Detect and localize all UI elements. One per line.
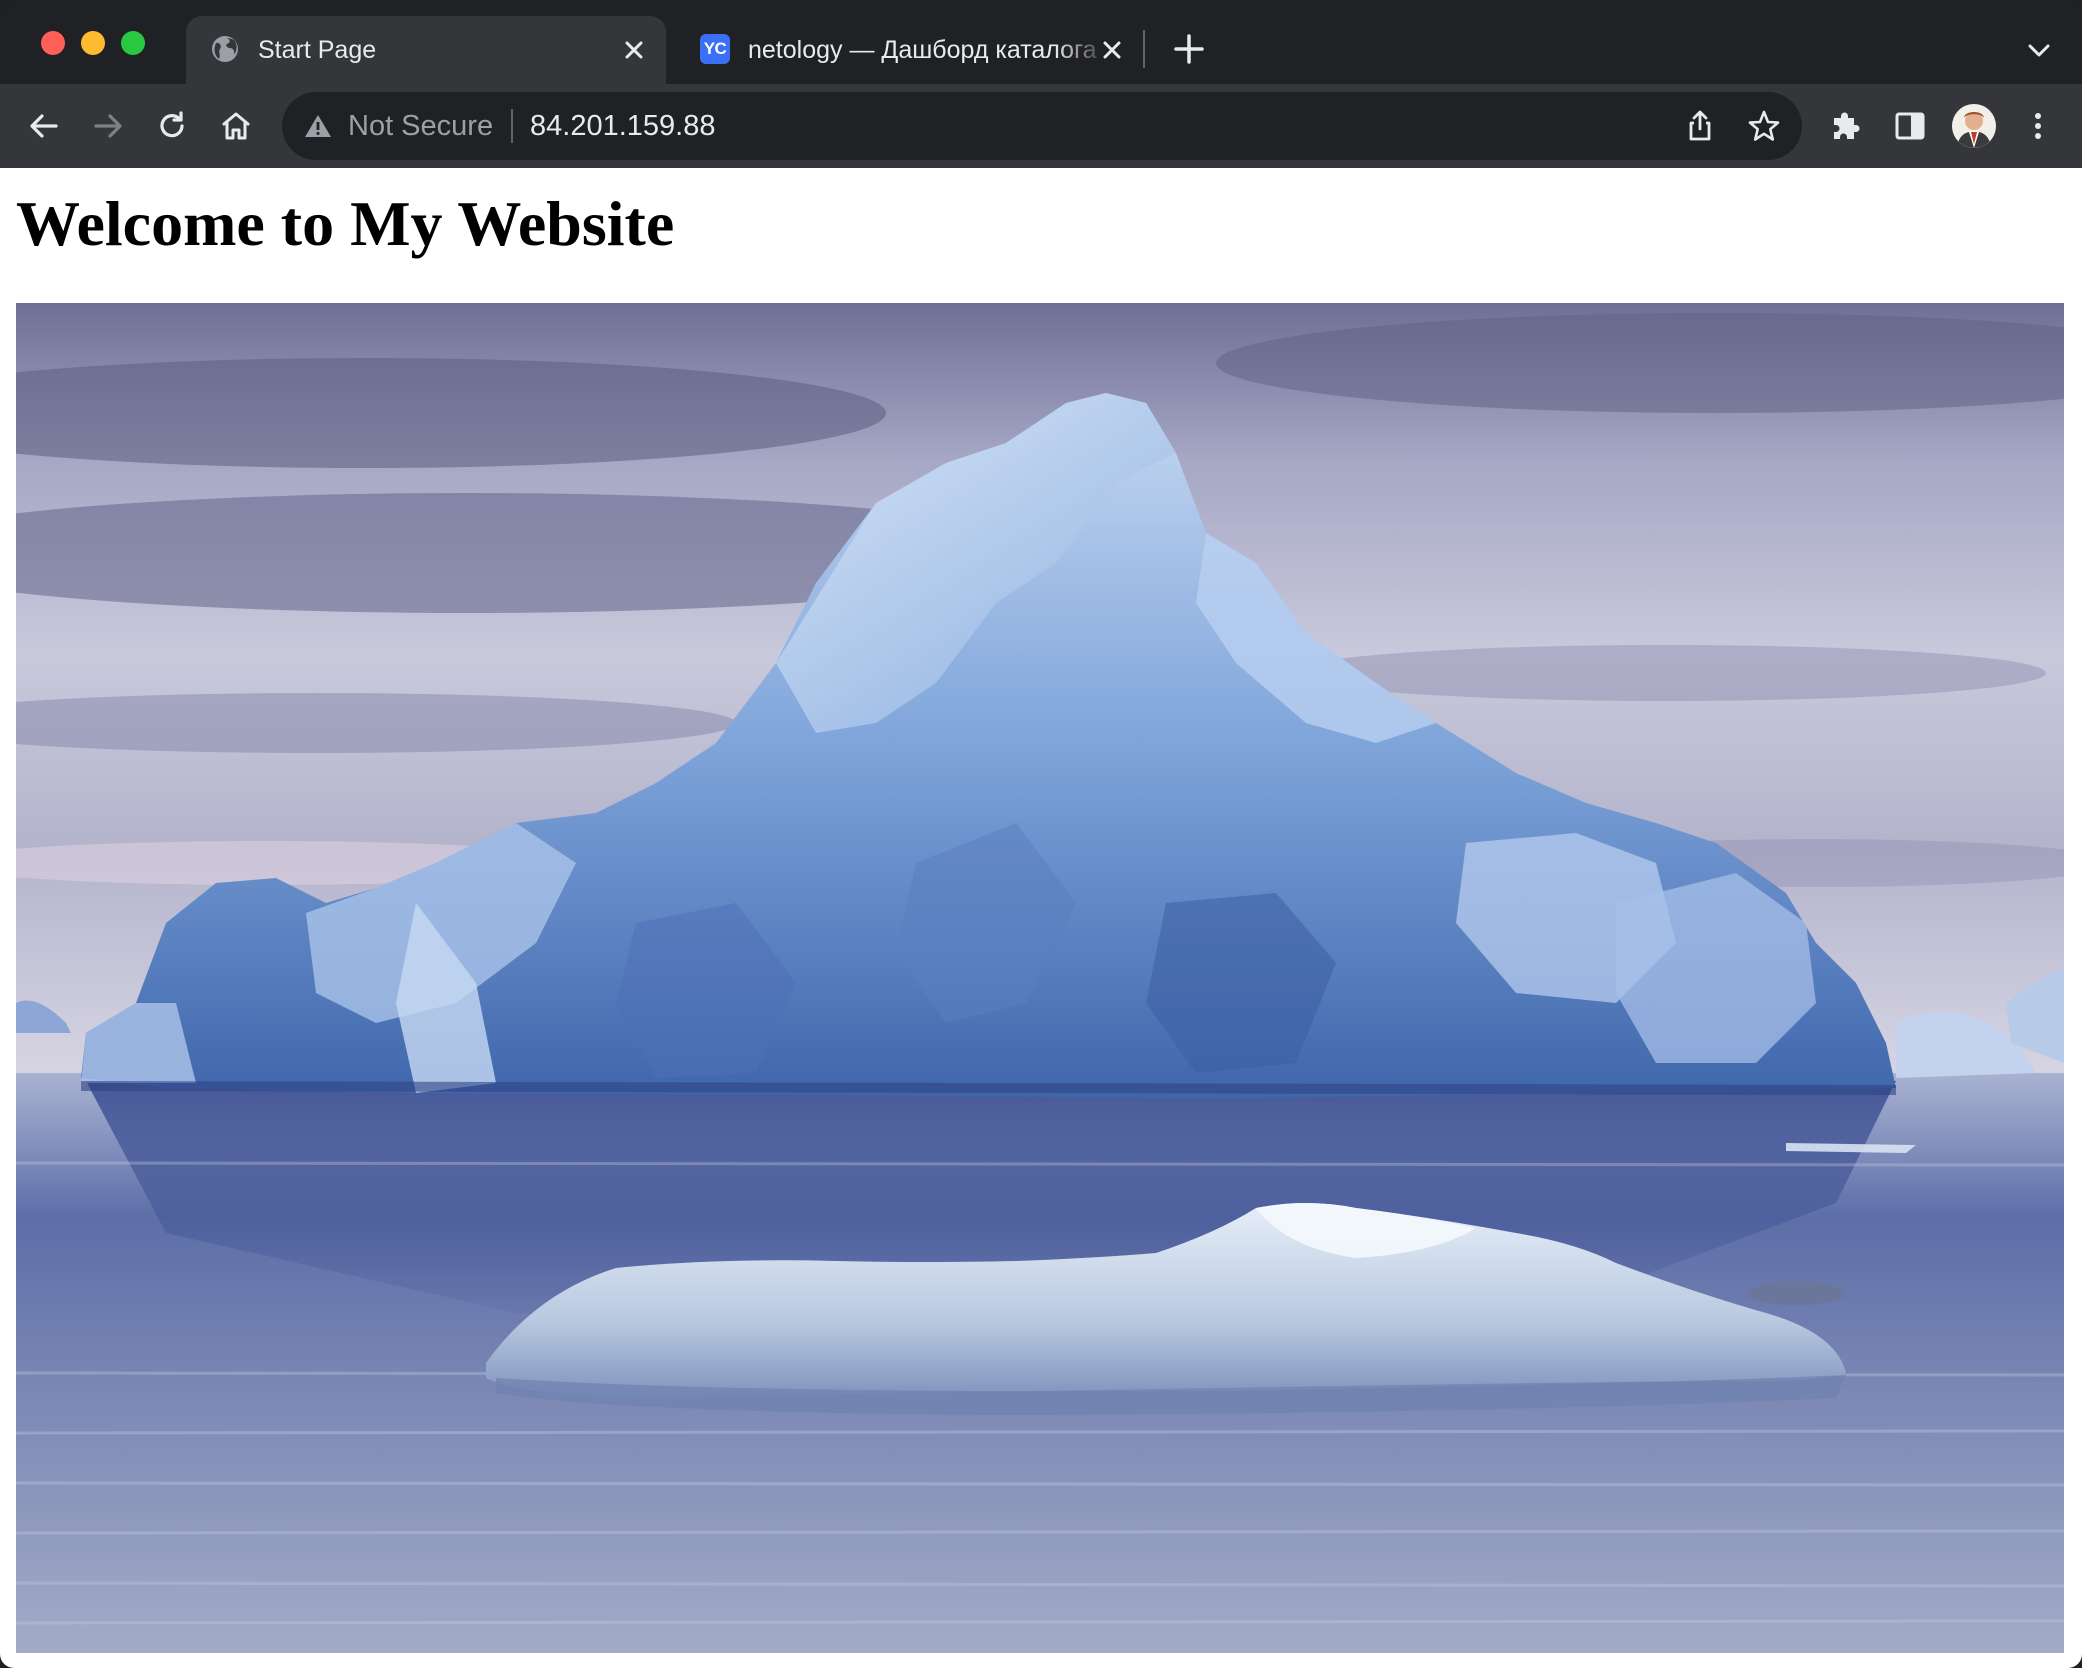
home-button[interactable] (212, 102, 260, 150)
iceberg-photo (16, 303, 2064, 1653)
close-tab-icon[interactable] (618, 34, 650, 66)
new-tab-plus-icon[interactable] (1170, 30, 1208, 68)
extensions-button[interactable] (1822, 102, 1870, 150)
reload-button[interactable] (148, 102, 196, 150)
tab-title: netology — Дашборд каталога (748, 36, 1097, 64)
address-bar[interactable]: Not Secure 84.201.159.88 (282, 92, 1802, 160)
tab-title: Start Page (258, 36, 377, 64)
arrow-right-icon (94, 114, 122, 138)
profile-avatar[interactable] (1952, 104, 1996, 148)
forward-button[interactable] (84, 102, 132, 150)
tab-strip: Start Page YC netology — Дашборд каталог… (0, 0, 2082, 84)
browser-window: Start Page YC netology — Дашборд каталог… (0, 0, 2082, 1668)
bookmark-star-icon[interactable] (1746, 108, 1782, 144)
tab-netology[interactable]: YC netology — Дашборд каталога (676, 16, 1146, 84)
globe-icon (212, 36, 238, 62)
puzzle-piece-icon (1834, 112, 1860, 139)
back-button[interactable] (20, 102, 68, 150)
minimize-window-button[interactable] (81, 31, 105, 55)
warning-triangle-icon[interactable] (304, 113, 332, 139)
browser-menu-button[interactable] (2014, 102, 2062, 150)
page-heading: Welcome to My Website (16, 188, 675, 259)
side-panel-icon (1895, 112, 1925, 140)
tab-search-chevron-down-icon[interactable] (2022, 34, 2056, 68)
iceberg-illustration (16, 303, 2064, 1653)
share-icon[interactable] (1682, 108, 1718, 144)
home-icon (222, 112, 250, 140)
security-label[interactable]: Not Secure (348, 109, 493, 143)
maximize-window-button[interactable] (121, 31, 145, 55)
arrow-left-icon (30, 114, 58, 138)
close-window-button[interactable] (41, 31, 65, 55)
yandex-cloud-favicon-icon: YC (700, 34, 730, 64)
browser-toolbar: Not Secure 84.201.159.88 (0, 84, 2082, 168)
profile-avatar-image (1952, 104, 1996, 148)
side-panel-button[interactable] (1886, 102, 1934, 150)
tab-start-page[interactable]: Start Page (186, 16, 666, 84)
reload-icon (160, 111, 184, 138)
omnibox-separator (511, 109, 513, 143)
close-tab-icon[interactable] (1096, 34, 1128, 66)
page-viewport: Welcome to My Website (0, 168, 2082, 1668)
url-text[interactable]: 84.201.159.88 (530, 109, 715, 143)
tab-divider (1143, 30, 1145, 68)
kebab-menu-icon (2035, 113, 2041, 139)
